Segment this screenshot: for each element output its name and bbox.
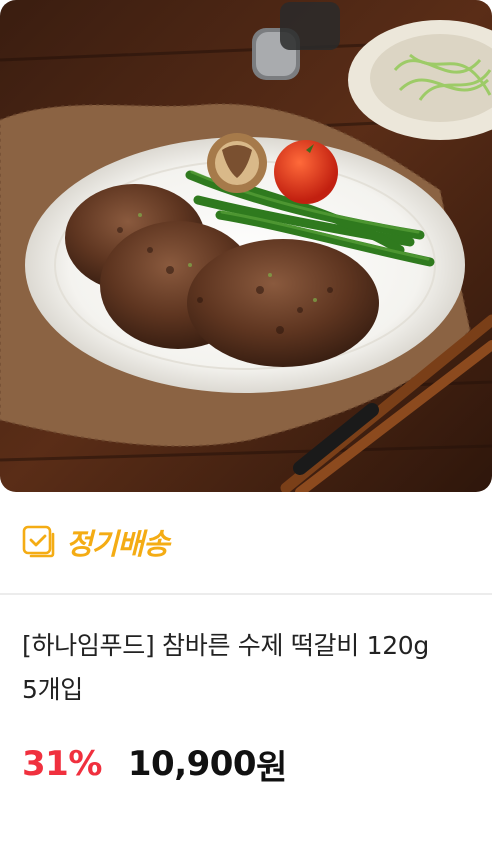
price-row: 31% 10,900 원 — [22, 738, 287, 790]
product-title[interactable]: [하나임푸드] 참바른 수제 떡갈비 120g 5개입 — [22, 624, 472, 712]
product-card[interactable]: 정기배송 [하나임푸드] 참바른 수제 떡갈비 120g 5개입 31% 10,… — [0, 0, 492, 862]
divider — [0, 593, 492, 595]
badge-label: 정기배송 — [66, 527, 170, 561]
discount-rate: 31% — [22, 744, 102, 784]
currency-unit: 원 — [256, 747, 288, 788]
calendar-check-icon — [22, 525, 55, 558]
product-image[interactable] — [0, 0, 492, 492]
regular-delivery-badge: 정기배송 — [22, 522, 170, 562]
sale-price: 10,900 — [127, 744, 257, 784]
